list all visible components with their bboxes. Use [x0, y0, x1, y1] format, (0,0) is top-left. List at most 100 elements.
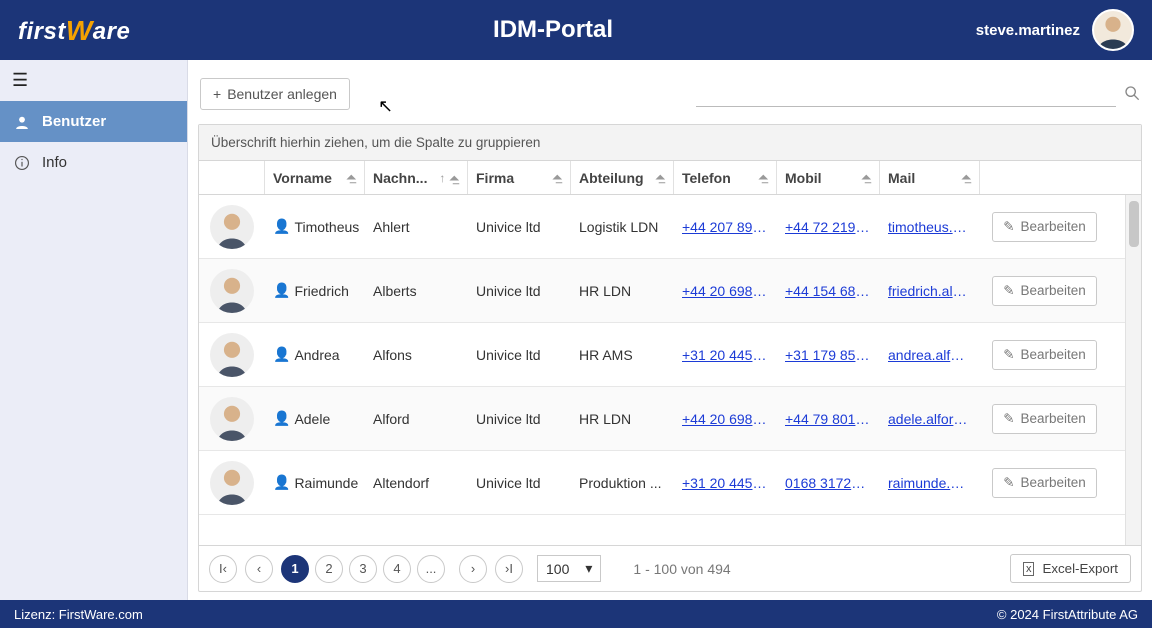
filter-icon[interactable]: ⏶̲ — [346, 170, 356, 185]
telefon-link[interactable]: +31 20 445 ... — [682, 475, 768, 491]
pager-last-button[interactable]: ›I — [495, 555, 523, 583]
grid-header: Vorname ⏶̲ Nachn... ↑ ⏶̲ Firma ⏶̲ Abteilu… — [199, 161, 1141, 195]
scrollbar-thumb[interactable] — [1129, 201, 1139, 247]
col-label: Firma — [476, 170, 514, 186]
mobil-link[interactable]: +44 72 2199... — [785, 219, 871, 235]
pager-page-button[interactable]: 1 — [281, 555, 309, 583]
user-icon: 👤 — [273, 410, 290, 427]
edit-button[interactable]: ✎Bearbeiten — [992, 468, 1097, 498]
excel-export-button[interactable]: x Excel-Export — [1010, 554, 1131, 583]
table-row[interactable]: 👤TimotheusAhlertUnivice ltdLogistik LDN+… — [199, 195, 1141, 259]
mobil-link[interactable]: +44 79 801 ... — [785, 411, 871, 427]
person-icon — [1094, 10, 1132, 50]
avatar — [210, 269, 254, 313]
col-mobil[interactable]: Mobil ⏶̲ — [777, 161, 880, 194]
mail-link[interactable]: timotheus.a... — [888, 219, 971, 235]
vorname-value: Raimunde — [294, 475, 358, 491]
vorname-value: Timotheus — [294, 219, 359, 235]
cell-action: ✎Bearbeiten — [980, 462, 1110, 504]
col-abteilung[interactable]: Abteilung ⏶̲ — [571, 161, 674, 194]
app-header: firstWare IDM-Portal steve.martinez — [0, 0, 1152, 60]
pager-prev-button[interactable]: ‹ — [245, 555, 273, 583]
col-firma[interactable]: Firma ⏶̲ — [468, 161, 571, 194]
col-nachname[interactable]: Nachn... ↑ ⏶̲ — [365, 161, 468, 194]
avatar — [1092, 9, 1134, 51]
current-user[interactable]: steve.martinez — [976, 9, 1134, 51]
plus-icon: + — [213, 86, 221, 102]
pencil-icon: ✎ — [1003, 411, 1014, 427]
mail-link[interactable]: adele.alford... — [888, 411, 971, 427]
col-label: Telefon — [682, 170, 731, 186]
mail-link[interactable]: raimunde.alt... — [888, 475, 971, 491]
pager-page-button[interactable]: ... — [417, 555, 445, 583]
filter-icon[interactable]: ⏶̲ — [961, 170, 971, 185]
vorname-value: Andrea — [294, 347, 339, 363]
cell-photo — [199, 199, 265, 255]
cell-nachname: Alberts — [365, 277, 468, 305]
avatar — [210, 333, 254, 377]
pencil-icon: ✎ — [1003, 219, 1014, 235]
filter-icon[interactable]: ⏶̲ — [758, 170, 768, 185]
vertical-scrollbar[interactable] — [1125, 195, 1141, 545]
edit-button[interactable]: ✎Bearbeiten — [992, 404, 1097, 434]
cell-vorname: 👤Friedrich — [265, 276, 365, 305]
mobil-link[interactable]: +31 179 855... — [785, 347, 871, 363]
mail-link[interactable]: andrea.alfon... — [888, 347, 971, 363]
app-footer: Lizenz: FirstWare.com © 2024 FirstAttrib… — [0, 600, 1152, 628]
search-icon[interactable] — [1124, 85, 1140, 104]
cell-mail: andrea.alfon... — [880, 341, 980, 369]
pager-next-button[interactable]: › — [459, 555, 487, 583]
col-vorname[interactable]: Vorname ⏶̲ — [265, 161, 365, 194]
cell-mobil: 0168 3172595 — [777, 469, 880, 497]
search-wrap — [370, 82, 1140, 107]
telefon-link[interactable]: +44 20 698 ... — [682, 411, 768, 427]
edit-button[interactable]: ✎Bearbeiten — [992, 276, 1097, 306]
hamburger-icon[interactable]: ☰ — [0, 60, 187, 101]
table-row[interactable]: 👤AndreaAlfonsUnivice ltdHR AMS+31 20 445… — [199, 323, 1141, 387]
filter-icon[interactable]: ⏶̲ — [655, 170, 665, 185]
col-action — [980, 161, 1110, 194]
telefon-link[interactable]: +44 207 896... — [682, 219, 768, 235]
filter-icon[interactable]: ⏶̲ — [861, 170, 871, 185]
grid-group-bar[interactable]: Überschrift hierhin ziehen, um die Spalt… — [199, 125, 1141, 161]
create-user-button[interactable]: + Benutzer anlegen — [200, 78, 350, 110]
col-label: Abteilung — [579, 170, 644, 186]
user-icon: 👤 — [273, 282, 290, 299]
filter-icon[interactable]: ⏶̲ — [449, 171, 459, 185]
user-icon: 👤 — [273, 218, 290, 235]
sidebar-item-benutzer[interactable]: Benutzer — [0, 101, 187, 142]
pager-first-button[interactable]: I‹ — [209, 555, 237, 583]
cell-mobil: +44 72 2199... — [777, 213, 880, 241]
edit-label: Bearbeiten — [1021, 347, 1086, 362]
mobil-link[interactable]: +44 154 683... — [785, 283, 871, 299]
current-user-name: steve.martinez — [976, 22, 1080, 39]
page-size-select[interactable]: 100 ▾ — [537, 555, 601, 582]
page-size-value: 100 — [546, 561, 569, 577]
sidebar: ☰ Benutzer Info — [0, 60, 188, 600]
table-row[interactable]: 👤RaimundeAltendorfUnivice ltdProduktion … — [199, 451, 1141, 515]
pager-page-button[interactable]: 3 — [349, 555, 377, 583]
telefon-link[interactable]: +44 20 698 ... — [682, 283, 768, 299]
pager-page-button[interactable]: 2 — [315, 555, 343, 583]
mobil-link[interactable]: 0168 3172595 — [785, 475, 871, 491]
cell-abteilung: Produktion ... — [571, 469, 674, 497]
mail-link[interactable]: friedrich.alb... — [888, 283, 971, 299]
filter-icon[interactable]: ⏶̲ — [552, 170, 562, 185]
edit-button[interactable]: ✎Bearbeiten — [992, 340, 1097, 370]
cell-vorname: 👤Adele — [265, 404, 365, 433]
sidebar-item-info[interactable]: Info — [0, 142, 187, 183]
col-telefon[interactable]: Telefon ⏶̲ — [674, 161, 777, 194]
main-content: + Benutzer anlegen Überschrift hierhin z… — [188, 60, 1152, 600]
col-label: Nachn... — [373, 170, 427, 186]
cell-nachname: Ahlert — [365, 213, 468, 241]
telefon-link[interactable]: +31 20 445 ... — [682, 347, 768, 363]
sort-asc-icon[interactable]: ↑ — [439, 171, 445, 185]
table-row[interactable]: 👤AdeleAlfordUnivice ltdHR LDN+44 20 698 … — [199, 387, 1141, 451]
table-row[interactable]: 👤FriedrichAlbertsUnivice ltdHR LDN+44 20… — [199, 259, 1141, 323]
pager-page-button[interactable]: 4 — [383, 555, 411, 583]
logo: firstWare — [18, 14, 130, 46]
search-input[interactable] — [696, 82, 1116, 107]
pencil-icon: ✎ — [1003, 475, 1014, 491]
col-mail[interactable]: Mail ⏶̲ — [880, 161, 980, 194]
edit-button[interactable]: ✎Bearbeiten — [992, 212, 1097, 242]
